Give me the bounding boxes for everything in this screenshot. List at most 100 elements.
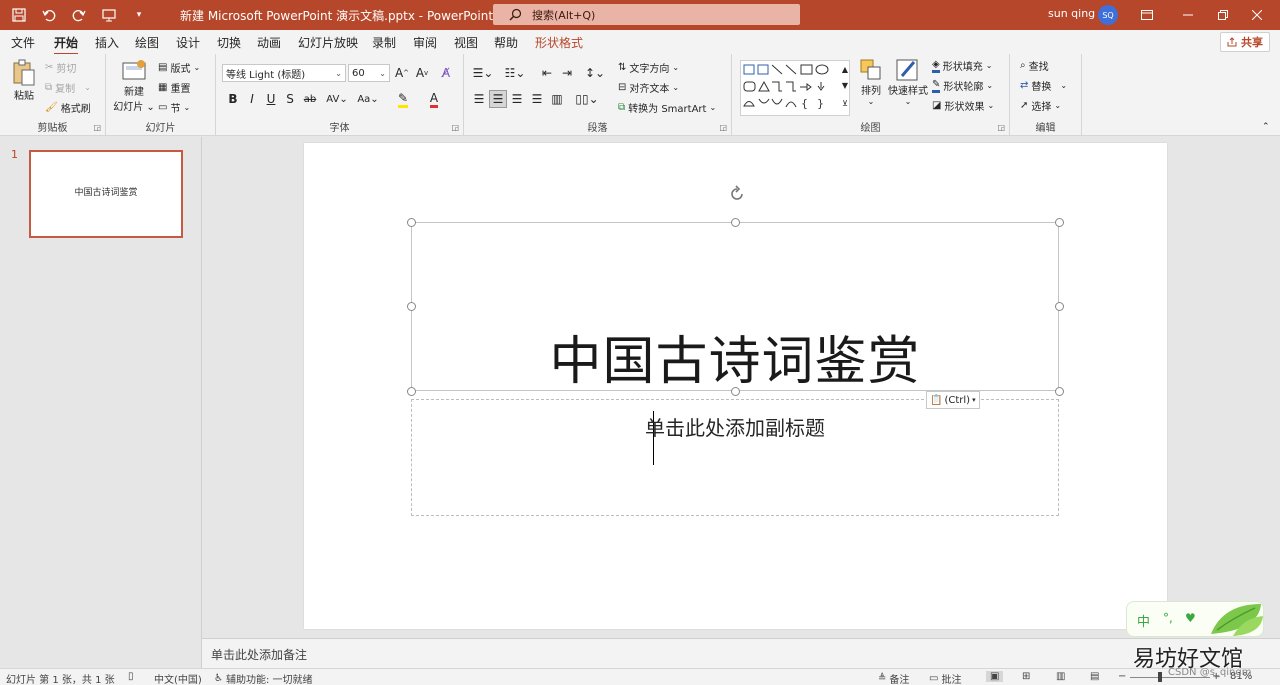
paste-button[interactable]: 粘贴 xyxy=(8,59,40,102)
slide-sorter-icon[interactable]: ⊞ xyxy=(1022,671,1030,682)
tab-insert[interactable]: 插入 xyxy=(95,34,119,51)
shapes-gallery[interactable]: {} xyxy=(740,60,850,116)
font-dialog-launcher-icon[interactable]: ◲ xyxy=(451,123,459,132)
justify-icon[interactable]: ☰ xyxy=(528,90,546,108)
tab-file[interactable]: 文件 xyxy=(11,34,35,51)
tab-view[interactable]: 视图 xyxy=(454,34,478,51)
shape-fill-button[interactable]: ◈ 形状填充 ⌄ xyxy=(932,58,992,73)
highlight-color-icon[interactable]: ✎ xyxy=(392,90,414,108)
paragraph-dialog-launcher-icon[interactable]: ◲ xyxy=(719,123,727,132)
present-icon[interactable] xyxy=(98,4,120,26)
avatar[interactable]: SQ xyxy=(1098,5,1118,25)
tab-animations[interactable]: 动画 xyxy=(257,34,281,51)
tab-help[interactable]: 帮助 xyxy=(494,34,518,51)
quick-styles-button[interactable]: 快速样式 ⌄ xyxy=(888,58,928,106)
tab-draw[interactable]: 绘图 xyxy=(135,34,159,51)
replace-button[interactable]: ⇄ 替换 ⌄ xyxy=(1020,78,1067,93)
shrink-font-icon[interactable]: Av xyxy=(413,64,431,82)
clear-formatting-icon[interactable]: A̸ xyxy=(437,64,455,82)
ime-toolbar[interactable]: 中 °, ♥ xyxy=(1126,601,1264,637)
reading-view-icon[interactable]: ▥ xyxy=(1056,671,1065,682)
tab-shape-format[interactable]: 形状格式 xyxy=(535,34,583,51)
numbering-icon[interactable]: ☷⌄ xyxy=(502,64,528,82)
notes-toggle[interactable]: ≜ 备注 xyxy=(878,671,909,685)
bullets-icon[interactable]: ☰⌄ xyxy=(470,64,496,82)
ime-skin-icon[interactable]: ♥ xyxy=(1185,611,1196,625)
resize-handle-ne[interactable] xyxy=(1055,218,1064,227)
smartart-button[interactable]: ⧉ 转换为 SmartArt ⌄ xyxy=(618,100,716,115)
ribbon-display-icon[interactable] xyxy=(1124,0,1170,30)
new-slide-button[interactable]: 新建 幻灯片 ⌄ xyxy=(112,59,156,113)
subtitle-prompt[interactable]: 单击此处添加副标题 xyxy=(412,412,1058,441)
change-case-icon[interactable]: Aa⌄ xyxy=(355,90,381,108)
resize-handle-s[interactable] xyxy=(731,387,740,396)
slideshow-view-icon[interactable]: ▤ xyxy=(1090,671,1099,682)
notes-pane[interactable]: 单击此处添加备注 xyxy=(202,638,1280,668)
slide-thumbnail[interactable]: 中国古诗词鉴赏 xyxy=(29,150,183,238)
title-placeholder[interactable]: 中国古诗词鉴赏 xyxy=(411,222,1059,465)
share-button[interactable]: 共享 xyxy=(1220,32,1270,52)
tab-review[interactable]: 审阅 xyxy=(413,34,437,51)
dialog-launcher-icon[interactable]: ◲ xyxy=(93,123,101,132)
select-button[interactable]: ➚ 选择 ⌄ xyxy=(1020,98,1061,113)
underline-icon[interactable]: U xyxy=(262,90,280,108)
subtitle-placeholder[interactable]: 单击此处添加副标题 xyxy=(411,399,1059,516)
grow-font-icon[interactable]: A ^ xyxy=(393,64,411,82)
character-spacing-icon[interactable]: AV⌄ xyxy=(324,90,350,108)
align-center-icon[interactable]: ☰ xyxy=(489,90,507,108)
ime-mode-indicator[interactable]: 中 xyxy=(1137,611,1150,630)
collapse-ribbon-icon[interactable]: ⌃ xyxy=(1262,122,1270,132)
resize-handle-nw[interactable] xyxy=(407,218,416,227)
shape-effects-button[interactable]: ◪ 形状效果 ⌄ xyxy=(932,98,994,113)
strikethrough-icon[interactable]: ab xyxy=(301,90,319,108)
shape-outline-button[interactable]: ✎ 形状轮廓 ⌄ xyxy=(932,78,993,93)
resize-handle-se[interactable] xyxy=(1055,387,1064,396)
cut-button[interactable]: ✂ 剪切 xyxy=(45,60,76,75)
reset-button[interactable]: ▦ 重置 xyxy=(158,80,190,95)
ime-punctuation-indicator[interactable]: °, xyxy=(1163,611,1173,625)
comments-toggle[interactable]: ▭ 批注 xyxy=(929,671,961,685)
slide-canvas[interactable]: 中国古诗词鉴赏 单击此处添加副标题 📋 (Ctrl) ▾ xyxy=(304,143,1167,629)
decrease-indent-icon[interactable]: ⇤ xyxy=(538,64,556,82)
tab-record[interactable]: 录制 xyxy=(372,34,396,51)
align-text-button[interactable]: ⊟ 对齐文本 ⌄ xyxy=(618,80,679,95)
customize-toolbar-icon[interactable]: ▾ xyxy=(128,4,150,26)
tab-transitions[interactable]: 切换 xyxy=(217,34,241,51)
find-button[interactable]: ⌕ 查找 xyxy=(1020,58,1049,73)
copy-button[interactable]: ⧉ 复制 ⌄ xyxy=(45,80,91,95)
language-indicator[interactable]: 中文(中国) xyxy=(154,671,202,685)
text-shadow-icon[interactable]: S xyxy=(281,90,299,108)
gallery-more-icon[interactable]: ⊻ xyxy=(836,94,854,112)
drawing-dialog-launcher-icon[interactable]: ◲ xyxy=(997,123,1005,132)
paste-options-button[interactable]: 📋 (Ctrl) ▾ xyxy=(926,391,980,409)
zoom-slider-thumb[interactable] xyxy=(1158,672,1162,682)
font-color-icon[interactable]: A xyxy=(423,90,445,108)
slide-title[interactable]: 中国古诗词鉴赏 xyxy=(412,319,1058,394)
normal-view-icon[interactable]: ▣ xyxy=(986,671,1004,682)
arrange-button[interactable]: 排列 ⌄ xyxy=(856,58,886,106)
tab-slideshow[interactable]: 幻灯片放映 xyxy=(298,34,358,51)
resize-handle-sw[interactable] xyxy=(407,387,416,396)
font-name-select[interactable]: 等线 Light (标题) ⌄ xyxy=(222,64,346,82)
font-size-select[interactable]: 60 ⌄ xyxy=(348,64,390,82)
layout-button[interactable]: ▤ 版式 ⌄ xyxy=(158,60,200,75)
align-left-icon[interactable]: ☰ xyxy=(470,90,488,108)
resize-handle-n[interactable] xyxy=(731,218,740,227)
line-spacing-icon[interactable]: ↕⌄ xyxy=(582,64,608,82)
redo-icon[interactable] xyxy=(68,4,90,26)
columns-icon[interactable]: ▯▯⌄ xyxy=(574,90,600,108)
spellcheck-icon[interactable]: ▯ xyxy=(128,671,134,682)
accessibility-status[interactable]: ♿ 辅助功能: 一切就绪 xyxy=(214,671,313,685)
user-name[interactable]: sun qing xyxy=(1048,7,1095,20)
resize-handle-e[interactable] xyxy=(1055,302,1064,311)
format-painter-button[interactable]: 🖌 格式刷 xyxy=(45,100,91,115)
bold-icon[interactable]: B xyxy=(224,90,242,108)
increase-indent-icon[interactable]: ⇥ xyxy=(558,64,576,82)
notes-placeholder[interactable]: 单击此处添加备注 xyxy=(211,646,307,663)
section-button[interactable]: ▭ 节 ⌄ xyxy=(158,100,190,115)
search-box[interactable]: 搜索(Alt+Q) xyxy=(493,4,800,25)
distributed-icon[interactable]: ▥ xyxy=(548,90,566,108)
tab-home[interactable]: 开始 xyxy=(54,34,79,56)
close-icon[interactable] xyxy=(1234,0,1280,30)
gallery-scroll-down-icon[interactable]: ▼ xyxy=(836,76,854,94)
